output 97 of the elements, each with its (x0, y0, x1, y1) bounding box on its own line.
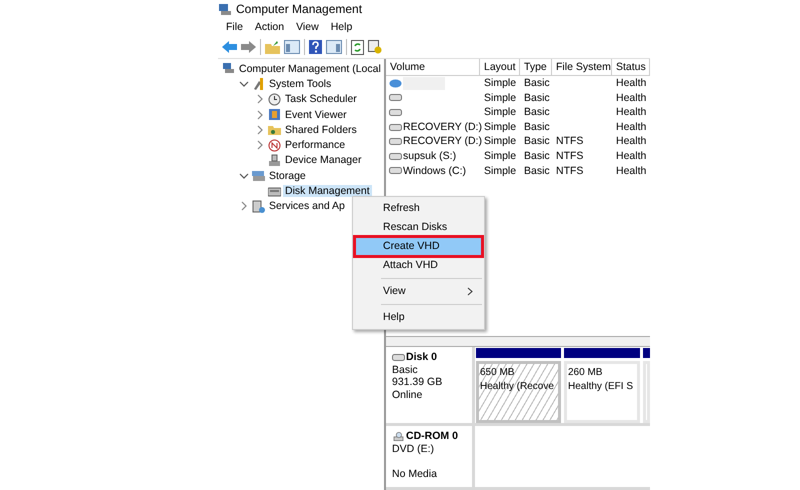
drive-icon (392, 352, 405, 362)
tree-item[interactable]: Task Scheduler (283, 93, 359, 106)
redacted-block (403, 76, 445, 90)
table-cell: Simple (484, 164, 516, 177)
tree-item[interactable]: Disk Management (283, 185, 372, 198)
table-cell: Basic (524, 77, 550, 89)
cloud-icon (389, 78, 402, 88)
column-header[interactable]: Layout (480, 59, 520, 75)
refresh-icon[interactable] (351, 40, 364, 54)
window-title: Computer Management (236, 2, 362, 16)
folder-icon[interactable] (265, 40, 280, 54)
pane-icon[interactable] (284, 40, 300, 54)
table-cell: Health (616, 164, 646, 177)
table-cell: Health (616, 120, 646, 133)
folder-icon (268, 123, 281, 136)
table-cell: Basic (524, 135, 550, 148)
disk-name: Disk 0 (406, 351, 437, 364)
clock-icon (268, 92, 281, 106)
partition-size: 650 MB (480, 366, 516, 380)
device-icon (268, 154, 281, 167)
column-header[interactable]: Volume (386, 59, 480, 75)
table-cell: Basic (524, 164, 550, 177)
table-cell: Windows (C:) (403, 164, 466, 178)
column-header[interactable]: Status (612, 59, 650, 75)
table-cell: Simple (484, 135, 516, 148)
menu-item[interactable]: Refresh (355, 199, 482, 218)
table-cell: NTFS (556, 150, 584, 162)
table-cell: Health (616, 77, 646, 89)
services-icon (252, 200, 265, 213)
tree-item[interactable]: Computer Management (Local (237, 62, 383, 75)
table-cell: RECOVERY (D:) (403, 134, 482, 149)
tree-item[interactable]: Storage (267, 170, 308, 182)
table-cell: Health (616, 135, 646, 148)
table-cell: supsuk (S:) (403, 148, 456, 164)
table-cell: Simple (484, 150, 516, 162)
disk-info: DVD (E:) (392, 442, 434, 454)
properties-icon[interactable] (368, 40, 382, 54)
table-cell: Simple (484, 77, 516, 89)
table-cell: RECOVERY (D:) (403, 120, 482, 134)
partition-block[interactable]: 650 MB Healthy (Recove (476, 361, 561, 423)
computer-icon (222, 62, 235, 76)
back-icon[interactable] (222, 41, 237, 53)
menu-item[interactable]: Help (355, 308, 482, 327)
table-cell: Simple (484, 92, 516, 104)
tree-item[interactable]: System Tools (267, 78, 334, 90)
disk-info: Basic (392, 364, 418, 376)
tree-item[interactable]: Services and Ap (267, 200, 347, 212)
menu-item[interactable]: Help (330, 21, 352, 33)
splitter-bar[interactable] (386, 337, 650, 347)
table-cell: NTFS (556, 135, 584, 148)
tree-item[interactable]: Performance (283, 139, 348, 152)
partition-status: Healthy (EFI S (568, 380, 634, 394)
drive-icon (389, 122, 402, 132)
partition-block[interactable]: 260 MB Healthy (EFI S (564, 361, 640, 423)
menu-item[interactable]: Attach VHD (355, 256, 482, 275)
drive-icon (389, 152, 402, 161)
table-cell: Health (616, 92, 646, 104)
disk-info: 931.39 GB (392, 376, 442, 388)
table-cell: Health (616, 106, 646, 118)
collapse-icon[interactable] (238, 170, 250, 181)
drive-icon (389, 137, 402, 146)
column-header[interactable]: Type (520, 59, 552, 75)
menu-item[interactable]: Rescan Disks (355, 218, 482, 237)
tree-item[interactable]: Event Viewer (283, 108, 349, 121)
forward-icon[interactable] (241, 41, 256, 53)
pane-icon[interactable] (326, 40, 342, 54)
partition-header (643, 348, 650, 358)
menu-item[interactable]: Create VHD (355, 237, 482, 256)
collapse-icon[interactable] (238, 78, 250, 89)
cd-drive-icon (392, 432, 405, 441)
table-cell: Simple (484, 120, 516, 133)
app-icon (218, 2, 232, 16)
column-header[interactable]: File System (552, 59, 612, 75)
table-cell: Health (616, 150, 646, 162)
tree-item[interactable]: Shared Folders (283, 124, 359, 136)
menu-item[interactable]: File (226, 21, 243, 33)
partition-size: 260 MB (568, 366, 604, 380)
menu-item[interactable]: View (296, 21, 319, 33)
table-cell: Simple (484, 106, 516, 118)
disk-name: CD-ROM 0 (406, 430, 458, 442)
disk-status: No Media (392, 468, 437, 480)
help-icon[interactable] (309, 40, 322, 54)
menu-item[interactable]: Action (254, 21, 284, 33)
table-cell: Basic (524, 92, 550, 104)
tree-item[interactable]: Device Manager (283, 154, 364, 166)
drive-icon (389, 93, 402, 102)
table-cell: Basic (524, 120, 550, 133)
disk-status: Online (392, 388, 422, 400)
partition-status: Healthy (Recove (480, 380, 555, 394)
tools-icon (252, 77, 265, 90)
table-cell: Basic (524, 150, 550, 162)
drive-icon (389, 166, 402, 176)
table-cell: NTFS (556, 164, 584, 177)
table-cell: Basic (524, 106, 550, 118)
menu-item[interactable]: View (355, 282, 482, 301)
storage-icon (252, 169, 265, 182)
drive-icon (389, 108, 402, 117)
